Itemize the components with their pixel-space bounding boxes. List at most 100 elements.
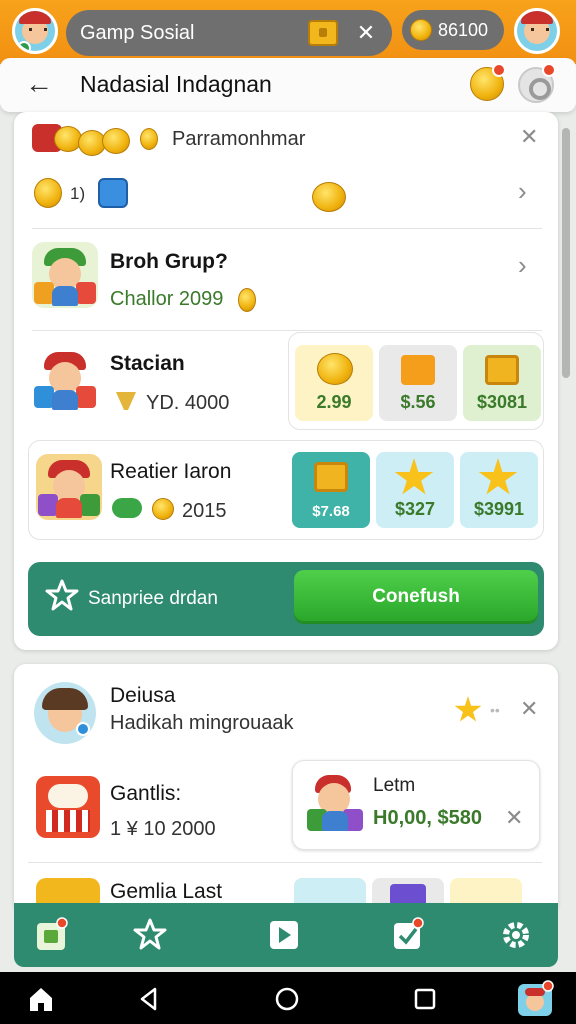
row-title: Stacian xyxy=(110,352,185,375)
recent-apps-icon[interactable] xyxy=(410,984,440,1014)
play-icon xyxy=(270,921,298,949)
item-title: Deiusa xyxy=(110,684,176,707)
coin-icon xyxy=(140,128,158,150)
offer-group: 2.99 $.56 $3081 xyxy=(288,332,544,430)
treasure-chest-icon[interactable] xyxy=(308,20,338,46)
dismiss-icon[interactable]: ✕ xyxy=(520,124,538,150)
profile-avatar[interactable] xyxy=(12,8,58,54)
offer-tile[interactable]: $3991 xyxy=(460,452,538,528)
nav-settings-tab[interactable] xyxy=(498,917,534,953)
reward-card[interactable]: Letm H0,00, $580 ✕ xyxy=(292,760,540,850)
character-avatar-icon xyxy=(32,242,98,308)
item-subtitle: Hadikah mingrouaak xyxy=(110,712,294,734)
scrollbar[interactable] xyxy=(562,128,570,378)
offer-price: $.56 xyxy=(400,392,436,412)
coin-shop-button[interactable] xyxy=(470,63,506,101)
divider xyxy=(32,330,542,331)
friend-avatar[interactable] xyxy=(514,8,560,54)
row-prefix: 1) xyxy=(70,184,86,203)
nav-home-tab[interactable] xyxy=(34,917,70,953)
notification-dot-icon xyxy=(542,63,556,77)
verified-badge-icon xyxy=(76,722,90,736)
avatar-face-icon xyxy=(19,11,51,44)
offer-price: $7.68 xyxy=(312,503,350,520)
bottom-navigation xyxy=(14,903,558,967)
star-icon[interactable] xyxy=(454,696,482,722)
coin-bag-icon xyxy=(312,182,346,212)
dismiss-icon[interactable]: ✕ xyxy=(520,696,538,722)
offer-price: $327 xyxy=(394,499,436,519)
coin-icon xyxy=(410,19,432,41)
coin-icon xyxy=(34,178,62,208)
coin-icon xyxy=(238,288,256,312)
gear-icon xyxy=(503,922,529,948)
coin-balance: 86100 xyxy=(438,19,489,40)
star-badge-icon xyxy=(45,579,79,611)
offer-price: $3081 xyxy=(476,392,528,412)
home-gift-icon xyxy=(37,917,68,950)
user-avatar[interactable] xyxy=(34,682,96,744)
app-title: Gamp Sosial xyxy=(80,21,195,44)
character-avatar-icon xyxy=(32,346,98,412)
row-subtitle: 2015 xyxy=(182,500,227,522)
row-subtitle: Challor 2099 xyxy=(110,288,224,310)
coin-stack-icon xyxy=(317,353,353,385)
chevron-right-icon[interactable]: › xyxy=(518,176,527,207)
coin-pile-icon xyxy=(32,120,132,160)
row-label: Parramonhmar xyxy=(172,128,306,150)
leaf-icon xyxy=(112,498,142,518)
checklist-icon xyxy=(394,917,424,949)
activity-card: Deiusa Hadikah mingrouaak •• ✕ Gantlis: … xyxy=(14,664,558,914)
close-icon[interactable]: ✕ xyxy=(354,20,378,46)
crate-icon xyxy=(314,462,348,492)
offer-tile[interactable]: 2.99 xyxy=(295,345,373,421)
assistant-avatar-icon[interactable] xyxy=(516,980,554,1018)
popcorn-icon xyxy=(36,776,100,838)
divider xyxy=(32,228,542,229)
offer-tile[interactable]: $.56 xyxy=(379,345,457,421)
page-header: ← Nadasial Indagnan xyxy=(0,58,576,112)
avatar-face-icon xyxy=(521,11,553,44)
chevron-right-icon[interactable]: › xyxy=(518,250,527,281)
row-subtitle: YD. 4000 xyxy=(146,392,230,414)
coin-balance-pill[interactable]: 86100 xyxy=(402,10,504,50)
offer-price: 2.99 xyxy=(316,392,352,412)
nav-tasks-tab[interactable] xyxy=(390,917,426,953)
offer-tile[interactable]: $7.68 xyxy=(292,452,370,528)
reward-title: Letm xyxy=(373,775,416,796)
back-triangle-icon[interactable] xyxy=(134,984,164,1014)
notification-dot-icon xyxy=(492,63,506,77)
page-title: Nadasial Indagnan xyxy=(80,71,272,97)
puzzle-icon xyxy=(133,918,167,950)
offer-tile[interactable]: $3081 xyxy=(463,345,541,421)
item-subtitle: 1 ¥ 10 2000 xyxy=(110,818,216,840)
reward-price: H0,00, $580 xyxy=(373,807,482,829)
nav-play-tab[interactable] xyxy=(266,917,302,953)
offer-tile[interactable]: $327 xyxy=(376,452,454,528)
confirm-button[interactable]: Conefush xyxy=(294,570,538,624)
top-app-bar: Gamp Sosial ✕ 86100 xyxy=(0,0,576,64)
offer-price: $3991 xyxy=(473,499,525,519)
item-title: Gemlia Last xyxy=(110,880,223,903)
back-arrow-icon[interactable]: ← xyxy=(22,68,56,102)
home-icon[interactable] xyxy=(26,984,56,1014)
system-navigation-bar xyxy=(0,972,576,1024)
cta-label: Sanpriee drdan xyxy=(88,588,218,609)
nav-puzzle-tab[interactable] xyxy=(132,917,168,953)
row-title: Reatier Iaron xyxy=(110,460,232,483)
settings-button[interactable] xyxy=(518,63,556,103)
item-title: Gantlis: xyxy=(110,782,182,805)
character-avatar-icon xyxy=(36,454,102,520)
online-badge-icon xyxy=(17,41,31,51)
more-dots-icon[interactable]: •• xyxy=(490,702,500,718)
star-icon xyxy=(394,458,434,495)
gift-icon xyxy=(401,355,435,385)
home-circle-icon[interactable] xyxy=(272,984,302,1014)
app-title-pill[interactable]: Gamp Sosial ✕ xyxy=(66,10,392,56)
coin-icon xyxy=(152,498,174,520)
cta-bar: Sanpriee drdan Conefush xyxy=(28,562,544,636)
character-avatar-icon xyxy=(305,771,363,835)
crate-icon xyxy=(485,355,519,385)
shield-icon xyxy=(116,392,136,410)
dismiss-icon[interactable]: ✕ xyxy=(505,805,523,831)
